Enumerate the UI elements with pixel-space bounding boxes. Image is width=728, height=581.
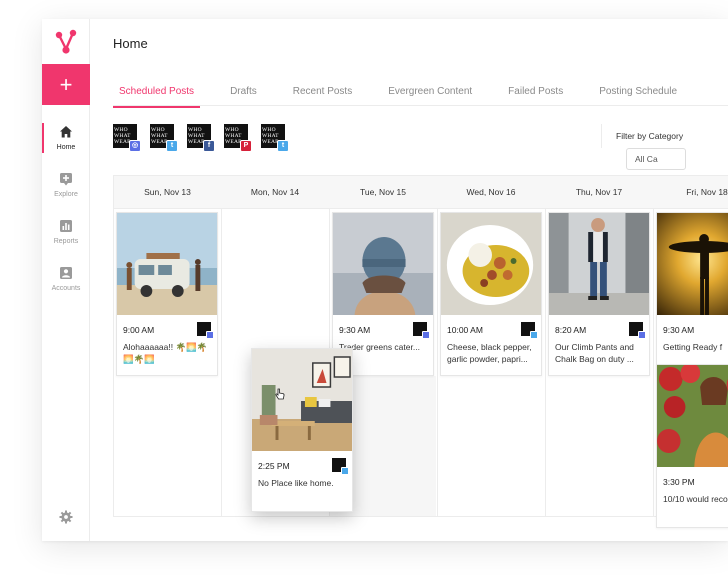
post-time: 10:00 AM <box>447 325 483 335</box>
home-icon <box>60 126 72 138</box>
account-avatar[interactable]: WHO WHAT WEAR t <box>150 124 178 152</box>
post-image <box>333 213 433 315</box>
calendar-grid: Sun, Nov 13 Mon, Nov 14 Tue, Nov 15 Wed,… <box>113 175 728 528</box>
logo-icon[interactable] <box>54 29 78 55</box>
facebook-icon: f <box>203 140 215 152</box>
post-time: 9:00 AM <box>123 325 155 335</box>
day-header: Mon, Nov 14 <box>250 187 300 197</box>
post-card[interactable]: 3:30 PM 10/10 would reco <box>656 364 728 528</box>
sidebar-item-accounts[interactable]: Accounts <box>42 266 90 302</box>
instagram-icon: ◎ <box>129 140 141 152</box>
sidebar-item-label: Accounts <box>51 285 81 292</box>
post-caption: Alohaaaaaa!! 🌴🌅🌴 🌅🌴🌅 <box>123 342 208 364</box>
post-meta: 10:00 AM <box>441 315 541 341</box>
category-filter: Filter by Category All Ca <box>601 124 728 170</box>
day-header: Fri, Nov 18 <box>686 187 728 197</box>
post-time: 8:20 AM <box>555 325 587 335</box>
account-avatar[interactable]: WHO WHAT WEAR t <box>261 124 289 152</box>
post-image <box>657 213 728 315</box>
account-avatar[interactable]: WHO WHAT WEAR f <box>187 124 215 152</box>
post-caption: No Place like home. <box>258 478 334 488</box>
post-caption: 10/10 would reco <box>663 494 728 504</box>
post-caption: Cheese, black pepper, garlic powder, pap… <box>447 342 532 364</box>
twitter-icon: t <box>166 140 178 152</box>
sidebar-item-label: Explore <box>54 191 78 198</box>
day-header: Tue, Nov 15 <box>360 187 406 197</box>
post-meta: 8:20 AM <box>549 315 649 341</box>
account-avatar <box>521 322 538 339</box>
hand-cursor-icon <box>275 388 285 400</box>
post-meta: 3:30 PM <box>657 467 728 493</box>
column-divider <box>545 209 546 517</box>
dragged-post-card[interactable]: 2:25 PM No Place like home. <box>251 348 353 512</box>
main-content: Home Scheduled Posts Drafts Recent Posts Ev… <box>90 19 728 541</box>
category-select[interactable]: All Ca <box>626 148 686 170</box>
tab-divider <box>113 105 728 106</box>
add-post-button[interactable]: + <box>42 64 90 105</box>
sidebar-item-label: Home <box>56 144 76 151</box>
post-time: 9:30 AM <box>339 325 371 335</box>
post-caption: Our Climb Pants and Chalk Bag on duty ..… <box>555 342 634 364</box>
account-avatar[interactable]: WHO WHAT WEAR ◎ <box>113 124 141 152</box>
account-avatar <box>332 458 349 475</box>
twitter-icon <box>341 467 349 475</box>
instagram-icon <box>638 331 646 339</box>
sidebar-item-home[interactable]: Home <box>42 123 90 161</box>
twitter-icon <box>530 331 538 339</box>
post-image <box>549 213 649 315</box>
sidebar: + Home Explore Reports Accounts <box>42 19 90 541</box>
explore-icon <box>60 173 72 186</box>
post-time: 9:30 AM <box>663 325 695 335</box>
column-divider <box>653 209 654 517</box>
post-time: 3:30 PM <box>663 477 695 487</box>
post-image <box>252 349 352 451</box>
post-image <box>441 213 541 315</box>
instagram-icon <box>422 331 430 339</box>
post-meta: 9:30 AM <box>657 315 728 341</box>
account-avatar <box>629 322 646 339</box>
column-divider <box>221 209 222 517</box>
post-meta: 2:25 PM <box>252 451 352 477</box>
account-avatar <box>197 322 214 339</box>
tab-bar: Scheduled Posts Drafts Recent Posts Evergre… <box>113 81 707 108</box>
day-header: Thu, Nov 17 <box>575 187 623 197</box>
post-image <box>657 365 728 467</box>
sidebar-item-reports[interactable]: Reports <box>42 219 90 255</box>
twitter-icon: t <box>277 140 289 152</box>
post-time: 2:25 PM <box>258 461 290 471</box>
post-meta: 9:30 AM <box>333 315 433 341</box>
app-window: + Home Explore Reports Accounts Home Sch… <box>42 19 728 541</box>
reports-icon <box>60 220 72 232</box>
post-meta: 9:00 AM <box>117 315 217 341</box>
post-card[interactable]: 9:30 AM Getting Ready f <box>656 212 728 376</box>
instagram-icon <box>206 331 214 339</box>
post-card[interactable]: 9:00 AM Alohaaaaaa!! 🌴🌅🌴 🌅🌴🌅 <box>116 212 218 376</box>
post-image <box>117 213 217 315</box>
pinterest-icon: P <box>240 140 252 152</box>
post-card[interactable]: 8:20 AM Our Climb Pants and Chalk Bag on… <box>548 212 650 376</box>
post-card[interactable]: 10:00 AM Cheese, black pepper, garlic po… <box>440 212 542 376</box>
gear-icon[interactable] <box>59 510 73 524</box>
sidebar-item-explore[interactable]: Explore <box>42 172 90 208</box>
column-divider <box>437 209 438 517</box>
account-avatar[interactable]: WHO WHAT WEAR P <box>224 124 252 152</box>
accounts-icon <box>60 267 72 279</box>
sidebar-item-label: Reports <box>53 238 79 245</box>
account-avatar <box>413 322 430 339</box>
page-title: Home <box>113 36 148 51</box>
calendar-header: Sun, Nov 13 Mon, Nov 14 Tue, Nov 15 Wed,… <box>114 176 728 209</box>
filter-label: Filter by Category <box>616 131 684 141</box>
day-header: Sun, Nov 13 <box>144 187 191 197</box>
day-header: Wed, Nov 16 <box>466 187 516 197</box>
